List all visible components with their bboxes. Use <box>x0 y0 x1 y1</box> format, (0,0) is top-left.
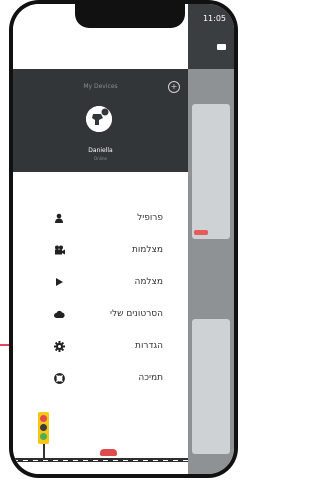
phone-screen: 11:05 My Devices + Daniella Online פרופי… <box>13 4 234 474</box>
avatar-camera-icon <box>86 106 112 132</box>
devices-title: My Devices <box>83 83 118 90</box>
menu-item-my-videos[interactable]: הסרטונים שלי <box>53 304 163 324</box>
background-card <box>192 104 230 239</box>
status-time: 11:05 <box>202 14 226 23</box>
traffic-light-pole <box>43 444 45 458</box>
avatar[interactable] <box>86 106 112 132</box>
menu-item-label: תמיכה <box>138 373 163 383</box>
traffic-light-illustration <box>38 412 49 444</box>
road-marking <box>13 460 188 461</box>
phone-frame: 11:05 My Devices + Daniella Online פרופי… <box>9 0 238 478</box>
menu-item-support[interactable]: תמיכה <box>53 368 163 388</box>
gear-icon <box>53 340 65 352</box>
background-card <box>192 319 230 454</box>
background-badge <box>194 230 208 235</box>
lifebuoy-icon <box>53 372 65 384</box>
menu-item-label: פרופיל <box>137 213 163 223</box>
play-icon <box>53 276 65 288</box>
user-status: Online <box>94 156 107 161</box>
side-drawer: My Devices + Daniella Online פרופיל מצלמ… <box>13 4 188 474</box>
cameras-icon <box>53 244 65 256</box>
add-device-button[interactable]: + <box>168 81 180 93</box>
car-illustration <box>100 449 117 456</box>
menu-item-settings[interactable]: הגדרות <box>53 336 163 356</box>
person-icon <box>53 212 65 224</box>
menu-item-label: הגדרות <box>135 341 163 351</box>
menu-item-label: מצלמות <box>131 245 163 255</box>
background-app-panel[interactable]: 11:05 <box>188 4 234 474</box>
menu-item-profile[interactable]: פרופיל <box>53 208 163 228</box>
menu-item-camera[interactable]: מצלמה <box>53 272 163 292</box>
menu-item-label: מצלמה <box>134 277 163 287</box>
cloud-icon <box>53 308 65 320</box>
video-camera-icon <box>217 44 226 50</box>
profile-header: My Devices + Daniella Online <box>13 69 188 172</box>
menu-item-label: הסרטונים שלי <box>109 309 163 319</box>
menu-item-cameras[interactable]: מצלמות <box>53 240 163 260</box>
phone-notch <box>75 4 185 28</box>
user-name: Daniella <box>88 147 113 154</box>
